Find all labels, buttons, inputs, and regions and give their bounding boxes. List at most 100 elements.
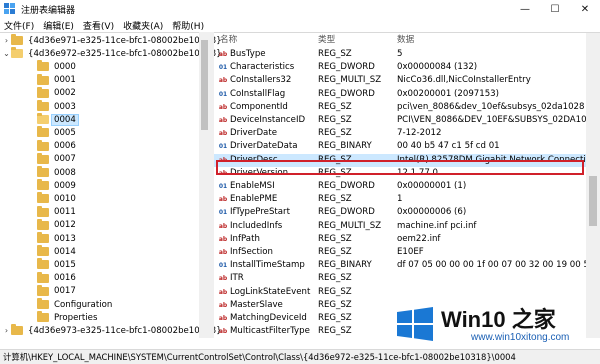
tree-item[interactable]: 0015 [28,258,78,271]
column-header-type[interactable]: 类型 [318,33,335,47]
windows-logo-icon [397,307,433,341]
folder-icon [37,86,49,98]
folder-icon [37,100,49,112]
tree-item[interactable]: 0014 [28,245,78,258]
tree-scrollbar-thumb[interactable] [201,40,208,130]
tree-item[interactable]: 0000 [28,60,78,73]
maximize-button[interactable]: ☐ [540,0,570,18]
tree-item-label: 0016 [54,273,76,284]
value-row[interactable]: 01 DriverDateData REG_BINARY 00 40 b5 47 c1… [214,140,586,153]
tree-item[interactable]: Configuration [28,298,114,311]
value-row[interactable]: ab DriverDate REG_SZ 7-12-2012 [214,127,586,140]
value-row[interactable]: 01 InstallTimeStamp REG_BINARY df 07 05 00 … [214,259,592,272]
tree-item[interactable]: 0010 [28,192,78,205]
folder-icon [37,245,49,257]
minimize-button[interactable]: — [510,0,540,18]
folder-icon [37,271,49,283]
value-name: BusType [230,49,266,59]
tree-item[interactable]: 0011 [28,205,78,219]
folder-icon [11,47,23,59]
value-row[interactable]: ab ComponentId REG_SZ pci\ven_8086&dev_10ef… [214,101,586,114]
value-row[interactable]: ab LogLinkStateEvent REG_SZ [214,286,586,299]
value-row[interactable]: ab IncludedInfs REG_MULTI_SZ machine.inf pc… [214,220,586,233]
value-type: REG_DWORD [318,181,375,191]
menu-file[interactable]: 文件(F) [4,19,34,32]
value-row[interactable]: ab InfPath REG_SZ oem22.inf [214,233,586,246]
tree-item[interactable]: 0003 [28,100,78,113]
tree-item[interactable]: 0002 [28,86,78,100]
value-type: REG_DWORD [318,207,375,218]
tree-item-label: 0010 [54,193,76,204]
tree-item[interactable]: 0009 [28,179,78,192]
folder-icon [37,113,49,125]
tree-item[interactable]: Properties [28,311,99,324]
value-data: oem22.inf [397,233,441,244]
value-row[interactable]: ab DeviceInstanceID REG_SZ PCI\VEN_8086&DEV… [214,114,592,127]
tree-item[interactable]: 0001 [28,73,78,87]
list-scrollbar-thumb[interactable] [589,176,597,226]
value-name: Characteristics [230,62,295,73]
folder-icon [37,73,49,85]
value-data: PCI\VEN_8086&DEV_10EF&SUBSYS_02DA1028... [397,115,592,125]
binary-value-icon: 01 [218,64,228,72]
value-row[interactable]: 01 CoInstallFlag REG_DWORD 0x00200001 (2097… [214,88,586,101]
value-row[interactable]: ab CoInstallers32 REG_MULTI_SZ NicCo36.dll,… [214,74,586,87]
tree-item[interactable]: 0004 [28,113,79,126]
value-row[interactable]: ab EnablePME REG_SZ 1 [214,193,586,206]
tree-item[interactable]: 0013 [28,232,78,245]
tree-item[interactable]: › {4d36e971-e325-11ce-bfc1-08002be10318} [2,34,224,47]
chevron-down-icon[interactable]: ⌄ [2,49,11,58]
menu-help[interactable]: 帮助(H) [172,19,204,32]
column-header-name[interactable]: 名称 [220,33,237,47]
value-row[interactable]: 01 Characteristics REG_DWORD 0x00000084 (13… [214,61,586,74]
tree-item[interactable]: 0005 [28,126,78,139]
tree-item-label: 0003 [54,101,76,112]
value-type: REG_DWORD [318,62,375,73]
string-value-icon: ab [218,51,228,58]
tree-item[interactable]: 0008 [28,166,78,179]
highlight-annotation-box [216,160,584,175]
menu-favorites[interactable]: 收藏夹(A) [123,19,163,32]
value-type: REG_SZ [318,115,352,125]
menu-edit[interactable]: 编辑(E) [43,19,74,32]
chevron-right-icon[interactable]: › [2,36,11,45]
tree-item[interactable]: 0017 [28,284,78,298]
binary-value-icon: 01 [218,209,228,217]
string-value-icon: ab [218,222,228,230]
folder-icon [37,126,49,138]
value-row[interactable]: ab ITR REG_SZ [214,272,586,285]
string-value-icon: ab [218,103,228,111]
tree-item[interactable]: 0006 [28,139,78,153]
string-value-icon: ab [218,275,228,283]
value-type: REG_SZ [318,326,352,337]
string-value-icon: ab [218,130,228,138]
value-data: df 07 05 00 00 00 1f 00 07 00 32 00 19 0… [397,260,592,271]
string-value-icon: ab [218,301,228,309]
chevron-right-icon[interactable]: › [2,326,11,335]
tree-item[interactable]: 0007 [28,152,78,166]
value-row[interactable]: 01 EnableMSI REG_DWORD 0x00000001 (1) [214,180,586,193]
value-name: InfPath [230,233,260,244]
close-button[interactable]: ✕ [570,0,600,18]
menu-view[interactable]: 查看(V) [83,19,114,32]
title-bar: 注册表编辑器 — ☐ ✕ [0,0,600,18]
value-row[interactable]: 01 IfTypePreStart REG_DWORD 0x00000006 (6) [214,206,586,219]
column-header-data[interactable]: 数据 [397,33,414,47]
folder-icon [37,152,49,164]
value-name: MulticastFilterType [230,326,310,337]
status-bar: 计算机\HKEY_LOCAL_MACHINE\SYSTEM\CurrentCon… [0,349,600,364]
value-data: 7-12-2012 [397,128,442,139]
value-data: machine.inf pci.inf [397,220,477,231]
folder-icon [37,232,49,244]
tree-item[interactable]: › {4d36e973-e325-11ce-bfc1-08002be10318} [2,324,224,337]
value-row[interactable]: ab BusType REG_SZ 5 [214,48,586,61]
tree-item[interactable]: ⌄ {4d36e972-e325-11ce-bfc1-08002be10318} [2,47,224,60]
string-value-icon: ab [218,328,228,336]
tree-item-label: 0006 [54,141,76,152]
value-data: 0x00200001 (2097153) [397,88,500,99]
value-row[interactable]: ab InfSection REG_SZ E10EF [214,246,586,259]
tree-item[interactable]: 0012 [28,218,78,232]
value-data: 0x00000006 (6) [397,207,467,218]
tree-item[interactable]: 0016 [28,271,78,285]
value-type: REG_SZ [318,247,352,257]
